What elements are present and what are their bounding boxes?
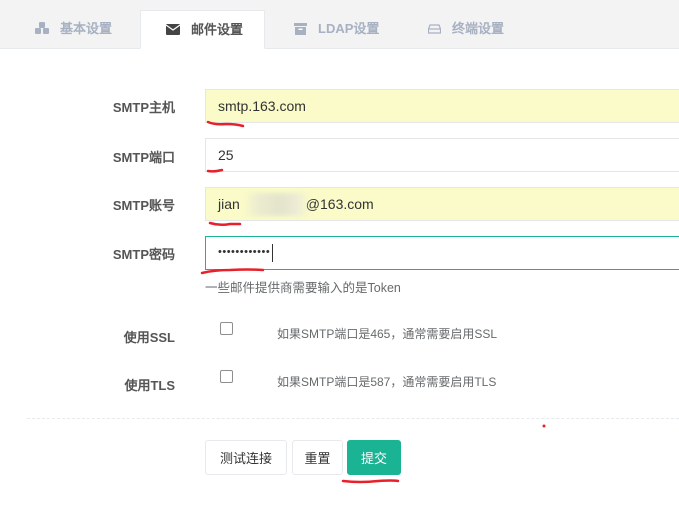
annotation-underlines	[200, 120, 546, 484]
underline-user	[208, 221, 242, 227]
annotation-dot	[542, 424, 546, 428]
underline-host	[206, 120, 245, 128]
underline-port	[206, 168, 224, 173]
underline-password	[200, 268, 265, 275]
underline-submit	[341, 479, 400, 484]
